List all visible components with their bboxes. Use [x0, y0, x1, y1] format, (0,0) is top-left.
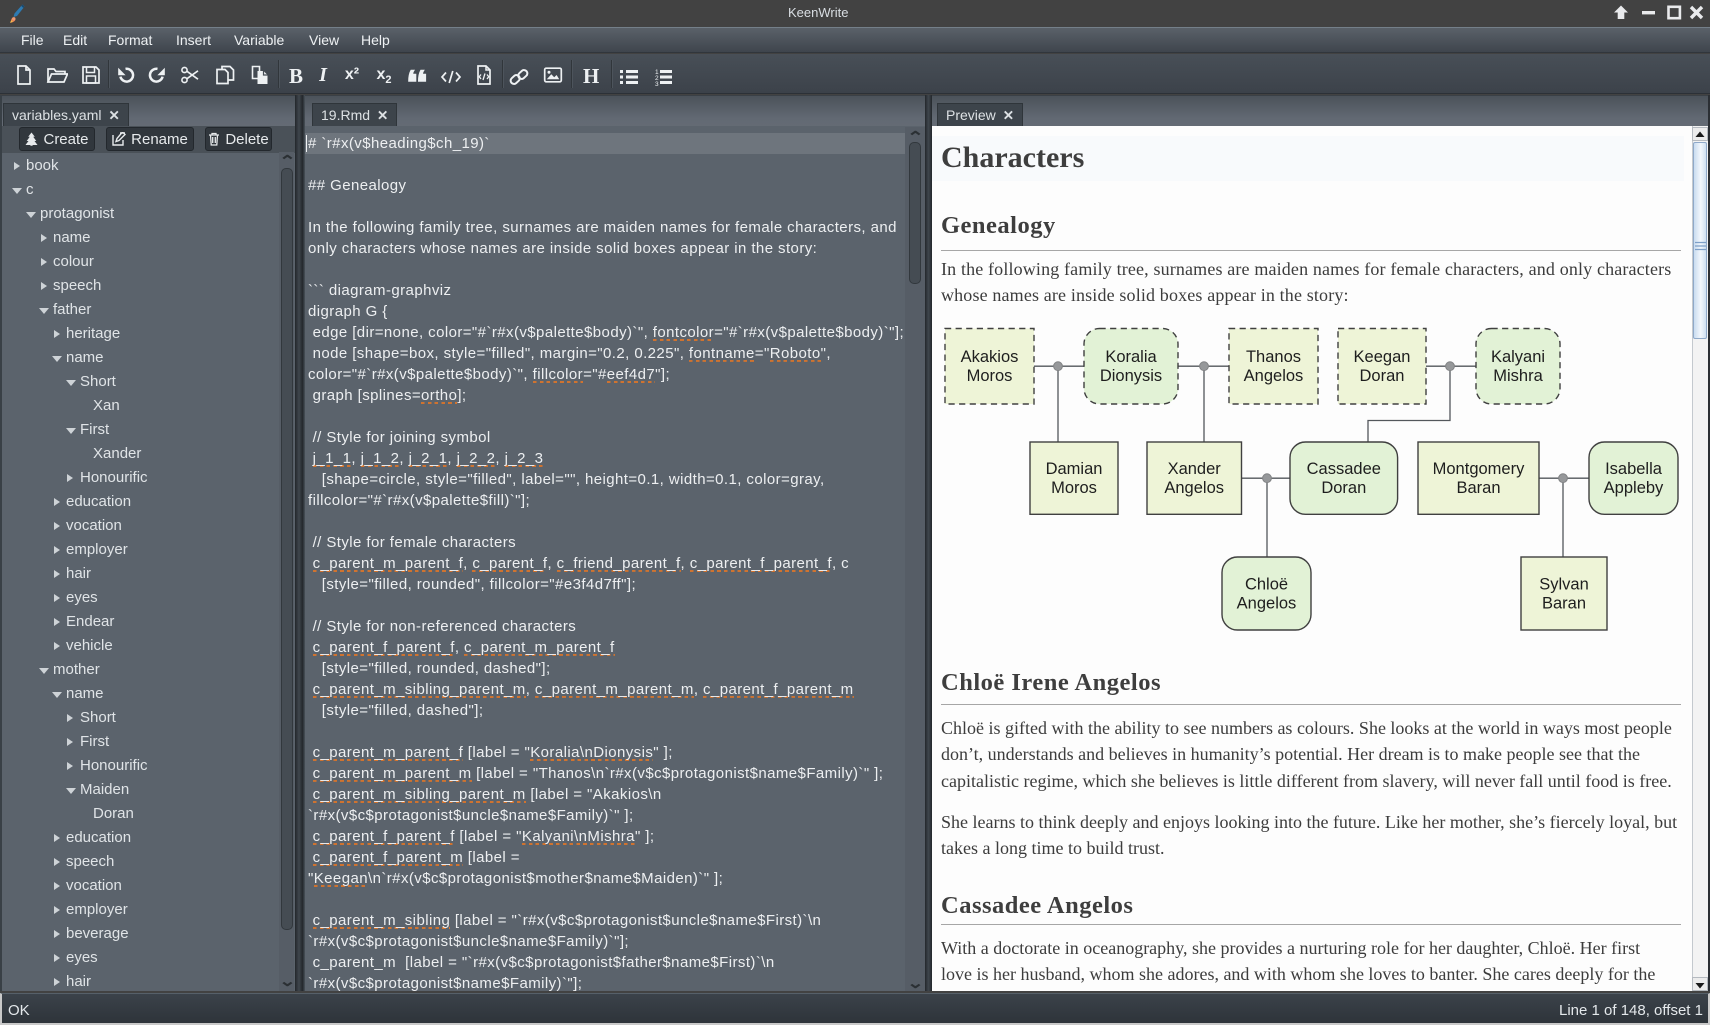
svg-text:Sylvan: Sylvan [1539, 575, 1589, 593]
svg-text:Doran: Doran [1360, 367, 1405, 385]
svg-text:Akakios: Akakios [961, 348, 1019, 366]
svg-text:Angelos: Angelos [1164, 479, 1224, 497]
svg-text:Keegan: Keegan [1354, 348, 1411, 366]
svg-text:Angelos: Angelos [1237, 594, 1297, 612]
svg-text:Baran: Baran [1542, 594, 1586, 612]
svg-text:Angelos: Angelos [1244, 367, 1304, 385]
svg-text:Thanos: Thanos [1246, 348, 1301, 366]
svg-text:Koralia: Koralia [1105, 348, 1157, 366]
svg-text:Chloë: Chloë [1245, 575, 1288, 593]
svg-text:Appleby: Appleby [1604, 479, 1664, 497]
svg-text:Moros: Moros [967, 367, 1013, 385]
svg-text:Moros: Moros [1051, 479, 1097, 497]
svg-text:Cassadee: Cassadee [1307, 460, 1381, 478]
svg-text:Kalyani: Kalyani [1491, 348, 1545, 366]
svg-text:Doran: Doran [1321, 479, 1366, 497]
svg-text:Xander: Xander [1168, 460, 1222, 478]
svg-text:Baran: Baran [1456, 479, 1500, 497]
svg-text:3: 3 [655, 81, 659, 87]
svg-text:Montgomery: Montgomery [1433, 460, 1525, 478]
svg-text:Isabella: Isabella [1605, 460, 1663, 478]
svg-text:Damian: Damian [1046, 460, 1103, 478]
svg-text:Mishra: Mishra [1493, 367, 1543, 385]
svg-text:Dionysis: Dionysis [1100, 367, 1162, 385]
